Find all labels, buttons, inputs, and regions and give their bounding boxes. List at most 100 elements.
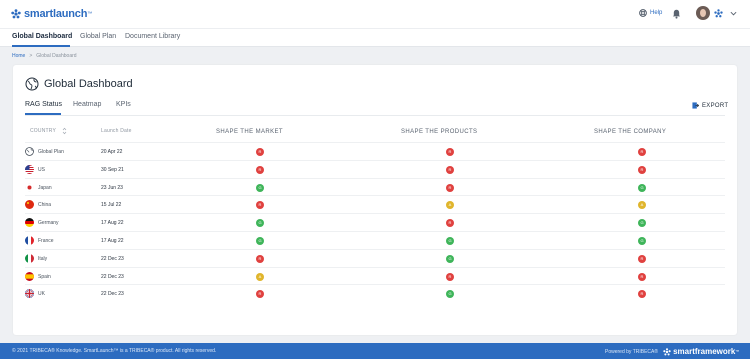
launch-date: 30 Sep 21 xyxy=(101,166,124,173)
export-label: EXPORT xyxy=(702,102,729,109)
logo-trademark: ™ xyxy=(87,11,93,17)
nav-active-indicator xyxy=(12,45,70,47)
flag-japan-icon xyxy=(25,182,34,192)
nav-document-library[interactable]: Document Library xyxy=(125,33,180,40)
smartframework-logo-icon xyxy=(663,347,671,355)
help-label: Help xyxy=(650,10,663,16)
table-row[interactable]: Spain 22 Dec 23 A R R xyxy=(25,266,725,285)
rag-status-company[interactable]: A xyxy=(638,201,646,210)
flag-us-icon xyxy=(25,164,34,174)
country-name[interactable]: Spain xyxy=(38,274,51,280)
rag-status-products[interactable]: G xyxy=(446,290,454,299)
rag-status-company[interactable]: R xyxy=(638,272,646,281)
breadcrumb-separator: > xyxy=(29,53,33,59)
dashboard-card: Global Dashboard RAG Status Heatmap KPIs… xyxy=(13,65,737,335)
rag-status-market[interactable]: R xyxy=(256,254,264,263)
export-button[interactable]: EXPORT xyxy=(692,102,728,109)
table-row[interactable]: US 30 Sep 21 R R R xyxy=(25,159,725,178)
rag-status-market[interactable]: G xyxy=(256,219,264,228)
rag-status-products[interactable]: R xyxy=(446,272,454,281)
export-icon xyxy=(692,102,699,109)
table-row[interactable]: France 17 Aug 22 G G G xyxy=(25,231,725,249)
table-row[interactable]: China 15 Jul 22 R A A xyxy=(25,195,725,213)
table-row[interactable]: Global Plan 20 Apr 22 R R R xyxy=(25,142,725,160)
breadcrumb: Home > Global Dashboard xyxy=(12,53,77,59)
flag-china-icon xyxy=(25,200,34,210)
country-name[interactable]: Italy xyxy=(38,256,47,262)
footer: © 2021 TRIBECA® Knowledge. SmartLaunch™ … xyxy=(0,343,750,359)
tab-divider xyxy=(25,115,725,116)
rag-status-products[interactable]: G xyxy=(446,237,454,245)
rag-status-company[interactable]: G xyxy=(638,219,646,228)
flag-germany-icon xyxy=(25,218,34,228)
rag-status-company[interactable]: R xyxy=(638,148,646,156)
page-title: Global Dashboard xyxy=(44,78,133,90)
avatar[interactable] xyxy=(696,6,710,20)
top-bar: smartlaunch ™ Help xyxy=(0,0,750,28)
tab-heatmap[interactable]: Heatmap xyxy=(73,101,101,108)
nav-global-dashboard[interactable]: Global Dashboard xyxy=(12,33,72,40)
table-row[interactable]: Italy 22 Dec 23 R G R xyxy=(25,248,725,267)
rag-status-market[interactable]: G xyxy=(256,183,264,192)
launch-date: 15 Jul 22 xyxy=(101,202,122,209)
country-name[interactable]: Japan xyxy=(38,185,52,191)
breadcrumb-home[interactable]: Home xyxy=(12,53,25,59)
launch-date: 17 Aug 22 xyxy=(101,238,124,244)
rag-status-products[interactable]: R xyxy=(446,165,454,174)
rag-status-market[interactable]: R xyxy=(256,290,264,299)
col-header-shape-market: SHAPE THE MARKET xyxy=(216,129,283,135)
smartframework-text: smartframework xyxy=(673,347,736,356)
rag-status-products[interactable]: R xyxy=(446,148,454,156)
launch-date: 23 Jun 23 xyxy=(101,184,123,191)
help-link[interactable]: Help xyxy=(639,9,662,17)
smartlaunch-logo-icon xyxy=(11,9,21,19)
country-name[interactable]: US xyxy=(38,167,45,173)
rag-status-market[interactable]: A xyxy=(256,272,264,281)
chevron-down-icon[interactable] xyxy=(730,10,737,17)
rag-status-company[interactable]: R xyxy=(638,290,646,299)
rag-status-company[interactable]: G xyxy=(638,183,646,192)
smartframework-logo[interactable]: smartframework ™ xyxy=(663,347,739,356)
col-header-launch-date: Launch Date xyxy=(101,128,132,134)
footer-powered-by: Powered by TRIBECA® smartframework ™ xyxy=(605,347,739,356)
rag-status-market[interactable]: G xyxy=(256,237,264,245)
main-nav: Global Dashboard Global Plan Document Li… xyxy=(0,28,750,47)
footer-copyright: © 2021 TRIBECA® Knowledge. SmartLaunch™ … xyxy=(12,348,217,354)
col-header-country[interactable]: COUNTRY xyxy=(30,128,56,134)
tab-rag-status[interactable]: RAG Status xyxy=(25,101,62,108)
smartframework-tm: ™ xyxy=(735,349,740,354)
breadcrumb-current: Global Dashboard xyxy=(36,53,77,59)
nav-global-plan[interactable]: Global Plan xyxy=(80,33,116,40)
rag-status-products[interactable]: R xyxy=(446,219,454,228)
flag-spain-icon xyxy=(25,271,34,281)
col-header-shape-products: SHAPE THE PRODUCTS xyxy=(401,129,478,135)
sort-icon[interactable] xyxy=(62,127,67,135)
rag-status-company[interactable]: R xyxy=(638,165,646,174)
country-name[interactable]: China xyxy=(38,202,51,208)
app-logo[interactable]: smartlaunch ™ xyxy=(11,8,92,20)
rag-status-products[interactable]: R xyxy=(446,183,454,192)
table-row[interactable]: UK 22 Dec 23 R G R xyxy=(25,284,725,302)
globe-icon xyxy=(25,147,34,156)
bell-icon[interactable] xyxy=(672,9,681,19)
tab-kpis[interactable]: KPIs xyxy=(116,101,131,108)
country-name[interactable]: Global Plan xyxy=(38,149,64,155)
launch-date: 22 Dec 23 xyxy=(101,291,124,298)
country-name[interactable]: Germany xyxy=(38,220,59,226)
country-name[interactable]: France xyxy=(38,238,54,244)
rag-status-market[interactable]: R xyxy=(256,148,264,156)
rag-status-company[interactable]: G xyxy=(638,237,646,245)
help-icon xyxy=(639,9,647,17)
powered-by-text: Powered by TRIBECA® xyxy=(605,348,659,355)
logo-text: smartlaunch xyxy=(24,8,88,20)
launch-date: 22 Dec 23 xyxy=(101,255,124,262)
rag-status-market[interactable]: R xyxy=(256,165,264,174)
rag-status-company[interactable]: R xyxy=(638,254,646,263)
star-icon[interactable] xyxy=(714,9,723,18)
rag-status-market[interactable]: R xyxy=(256,201,264,210)
rag-status-products[interactable]: G xyxy=(446,254,454,263)
country-name[interactable]: UK xyxy=(38,291,45,297)
table-row[interactable]: Japan 23 Jun 23 G R G xyxy=(25,177,725,196)
rag-status-products[interactable]: A xyxy=(446,201,454,210)
table-row[interactable]: Germany 17 Aug 22 G R G xyxy=(25,213,725,231)
